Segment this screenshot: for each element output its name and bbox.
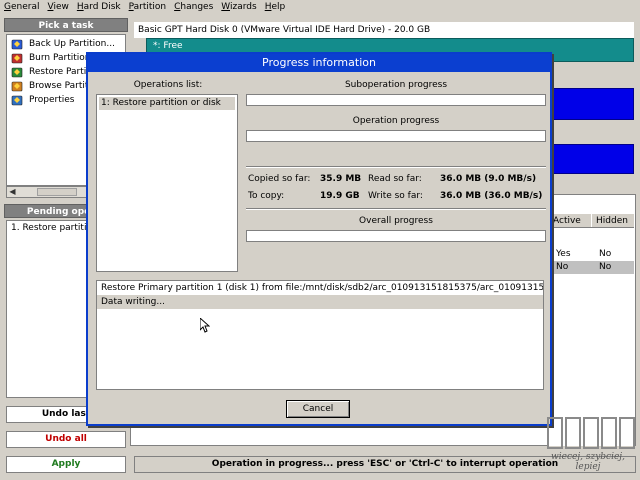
menu-label: iew bbox=[53, 2, 69, 12]
menu-partition[interactable]: Partition bbox=[125, 0, 171, 15]
task-label: Back Up Partition... bbox=[29, 39, 115, 49]
task-panel-title: Pick a task bbox=[4, 18, 128, 32]
operation-label: Operation progress bbox=[352, 116, 440, 126]
log-line: Restore Primary partition 1 (disk 1) fro… bbox=[101, 283, 543, 293]
menu-hard-disk[interactable]: Hard Disk bbox=[73, 0, 125, 15]
scroll-left-icon[interactable]: ◀ bbox=[7, 187, 18, 197]
menu-bar: General View Hard Disk Partition Changes Wiza… bbox=[0, 0, 640, 15]
overall-progress-bar bbox=[246, 230, 546, 242]
read-value: 36.0 MB (9.0 MB/s) bbox=[440, 174, 537, 184]
task-item[interactable]: Back Up Partition... bbox=[7, 37, 125, 51]
progress-dialog: Progress information Operations list: 1:… bbox=[86, 52, 552, 426]
operations-list: 1: Restore partition or disk bbox=[96, 94, 238, 272]
separator bbox=[246, 166, 546, 168]
menu-wizards[interactable]: Wizards bbox=[217, 0, 260, 15]
undo-all-button[interactable]: Undo all bbox=[6, 431, 126, 448]
partition-segment-2[interactable] bbox=[548, 144, 634, 174]
table-row[interactable]: Yes No bbox=[548, 248, 634, 261]
dialog-title: Progress information bbox=[88, 54, 550, 72]
menu-general[interactable]: General bbox=[0, 0, 43, 15]
cell-hidden: No bbox=[599, 249, 612, 259]
menu-view[interactable]: View bbox=[43, 0, 72, 15]
task-label: Restore Partiti bbox=[29, 67, 93, 77]
menu-label: elp bbox=[271, 2, 286, 12]
task-label: Browse Partiti bbox=[29, 81, 91, 91]
menu-label: eneral bbox=[10, 2, 40, 12]
cell-active: Yes bbox=[556, 249, 571, 259]
menu-label: hanges bbox=[180, 2, 214, 12]
task-label: Properties bbox=[29, 95, 75, 105]
cancel-button[interactable]: Cancel bbox=[286, 400, 350, 418]
menu-mnemonic: G bbox=[4, 2, 11, 12]
menu-mnemonic: W bbox=[221, 2, 230, 12]
free-prefix: *: bbox=[153, 41, 161, 51]
read-label: Read so far: bbox=[368, 174, 422, 184]
restore-icon bbox=[11, 67, 23, 77]
menu-mnemonic: H bbox=[76, 2, 84, 12]
partition-segment-1[interactable] bbox=[548, 88, 634, 120]
menu-changes[interactable]: Changes bbox=[170, 0, 217, 15]
copied-value: 35.9 MB bbox=[320, 174, 362, 184]
menu-label: artition bbox=[133, 2, 167, 12]
cell-hidden: No bbox=[599, 262, 612, 272]
apply-button[interactable]: Apply bbox=[6, 456, 126, 473]
suboperation-progress-bar bbox=[246, 94, 546, 106]
suboperation-label: Suboperation progress bbox=[344, 80, 448, 90]
log-line: Data writing... bbox=[97, 295, 543, 309]
menu-label: izards bbox=[230, 2, 257, 12]
operation-progress-bar bbox=[246, 130, 546, 142]
write-label: Write so far: bbox=[368, 191, 423, 201]
watermark-text: wiecej, szybciej, lepiej bbox=[551, 452, 625, 472]
tocopy-label: To copy: bbox=[248, 191, 285, 201]
copied-label: Copied so far: bbox=[248, 174, 311, 184]
write-value: 36.0 MB (36.0 MB/s) bbox=[440, 191, 543, 201]
table-row[interactable]: No No bbox=[548, 261, 634, 274]
tocopy-value: 19.9 GB bbox=[320, 191, 360, 201]
column-active[interactable]: Active bbox=[548, 214, 591, 227]
menu-label: ard Disk bbox=[83, 2, 121, 12]
operation-log: Restore Primary partition 1 (disk 1) fro… bbox=[96, 280, 544, 390]
mouse-cursor-icon bbox=[200, 318, 210, 333]
burn-icon bbox=[11, 53, 23, 63]
task-panel-header: Pick a task bbox=[4, 18, 128, 32]
operations-list-label: Operations list: bbox=[133, 80, 203, 90]
operation-item[interactable]: 1: Restore partition or disk bbox=[99, 97, 235, 110]
overall-label: Overall progress bbox=[359, 216, 433, 226]
scroll-thumb[interactable] bbox=[37, 188, 77, 196]
free-label: Free bbox=[163, 41, 183, 51]
task-label: Burn Partition bbox=[29, 53, 91, 63]
menu-help[interactable]: Help bbox=[261, 0, 290, 15]
disk-title: Basic GPT Hard Disk 0 (VMware Virtual ID… bbox=[134, 22, 634, 38]
cell-active: No bbox=[556, 262, 569, 272]
backup-icon bbox=[11, 39, 23, 49]
properties-icon bbox=[11, 95, 23, 105]
browse-icon bbox=[11, 81, 23, 91]
column-hidden[interactable]: Hidden bbox=[591, 214, 634, 227]
partition-table-header: Active Hidden bbox=[548, 214, 634, 228]
separator bbox=[246, 208, 546, 210]
